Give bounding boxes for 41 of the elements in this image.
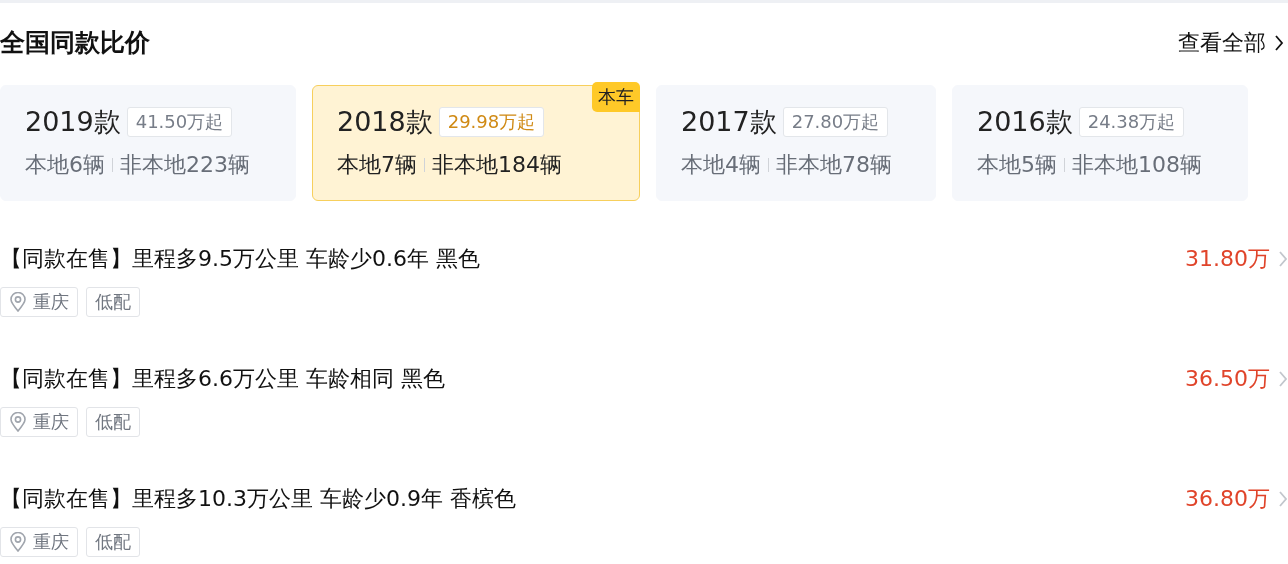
chevron-right-icon <box>1278 369 1288 389</box>
nonlocal-count: 非本地184辆 <box>432 151 562 179</box>
local-count: 本地4辆 <box>681 151 761 179</box>
listing-price[interactable]: 36.80万 <box>1185 484 1288 514</box>
nonlocal-count: 非本地108辆 <box>1072 151 1202 179</box>
model-year-card[interactable]: 本车 2018款 29.98万起 本地7辆 非本地184辆 <box>312 85 640 201</box>
model-year: 2016款 <box>977 105 1073 139</box>
location-pin-icon <box>9 412 27 432</box>
nonlocal-count: 非本地78辆 <box>776 151 892 179</box>
location-tag: 重庆 <box>0 287 78 317</box>
location-tag: 重庆 <box>0 407 78 437</box>
local-count: 本地5辆 <box>977 151 1057 179</box>
section-title: 全国同款比价 <box>0 27 150 59</box>
model-year: 2019款 <box>25 105 121 139</box>
chevron-right-icon <box>1278 249 1288 269</box>
listing-title[interactable]: 【同款在售】里程多10.3万公里 车龄少0.9年 香槟色 <box>0 484 516 514</box>
location-tag: 重庆 <box>0 527 78 557</box>
model-year-card[interactable]: 2019款 41.50万起 本地6辆 非本地223辆 <box>0 85 296 201</box>
listing-title[interactable]: 【同款在售】里程多9.5万公里 车龄少0.6年 黑色 <box>0 244 480 274</box>
local-count: 本地7辆 <box>337 151 417 179</box>
model-year: 2017款 <box>681 105 777 139</box>
trim-tag: 低配 <box>86 287 140 317</box>
current-car-badge: 本车 <box>592 82 640 112</box>
starting-price-tag: 41.50万起 <box>126 107 233 137</box>
starting-price-tag: 27.80万起 <box>782 107 889 137</box>
location-pin-icon <box>9 292 27 312</box>
location-pin-icon <box>9 532 27 552</box>
listing-price[interactable]: 36.50万 <box>1185 364 1288 394</box>
chevron-right-icon <box>1278 489 1288 509</box>
view-all-link[interactable]: 查看全部 <box>1178 27 1288 58</box>
trim-tag: 低配 <box>86 407 140 437</box>
listing-price[interactable]: 31.80万 <box>1185 244 1288 274</box>
trim-tag: 低配 <box>86 527 140 557</box>
nonlocal-count: 非本地223辆 <box>120 151 250 179</box>
model-year-card[interactable]: 2016款 24.38万起 本地5辆 非本地108辆 <box>952 85 1248 201</box>
local-count: 本地6辆 <box>25 151 105 179</box>
model-year-card[interactable]: 2017款 27.80万起 本地4辆 非本地78辆 <box>656 85 936 201</box>
starting-price-tag: 29.98万起 <box>438 107 545 137</box>
starting-price-tag: 24.38万起 <box>1078 107 1185 137</box>
listing-title[interactable]: 【同款在售】里程多6.6万公里 车龄相同 黑色 <box>0 364 445 394</box>
model-year: 2018款 <box>337 105 433 139</box>
